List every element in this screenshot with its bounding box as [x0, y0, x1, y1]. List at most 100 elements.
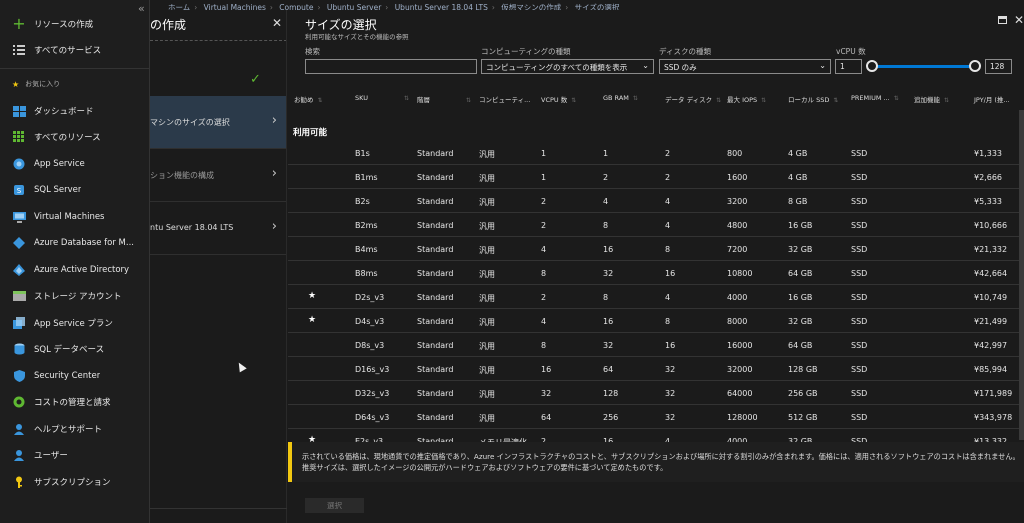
sidebar-item-app-service-plan[interactable]: App Service プラン	[0, 310, 150, 336]
cell-price: ¥42,664	[974, 269, 1008, 278]
cell-disks: 4	[665, 221, 671, 230]
disk-type-value: SSD のみ	[664, 63, 697, 72]
cell-disks: 32	[665, 389, 676, 398]
cell-premium: SSD	[851, 293, 868, 302]
column-header-price[interactable]: JPY/月 (推...	[974, 94, 1010, 104]
table-row[interactable]: D8s_v3 Standard 汎用 8 32 16 16000 64 GB SSD ¥42,99…	[288, 333, 1021, 357]
column-header-tier[interactable]: 階層 ⇅	[417, 94, 471, 104]
recommended-star-icon: ★	[308, 315, 317, 325]
cell-ssd: 8 GB	[788, 197, 808, 206]
column-header-features[interactable]: 追加機能 ⇅	[914, 94, 949, 104]
column-header-ram[interactable]: GB RAM ⇅	[603, 94, 638, 102]
cell-price: ¥10,749	[974, 293, 1008, 302]
vcpu-slider-max-handle[interactable]	[969, 60, 981, 72]
active-directory-icon	[12, 263, 26, 277]
checkmark-icon: ✓	[250, 72, 261, 87]
column-header-sku[interactable]: SKU ⇅	[355, 94, 409, 102]
chevron-right-icon: ›	[271, 166, 277, 181]
create-resource-label: リソースの作成	[34, 20, 94, 30]
vcpu-slider-min-handle[interactable]	[866, 60, 878, 72]
maximize-icon[interactable]	[998, 16, 1007, 24]
compute-type-value: コンピューティングのすべての種類を表示	[486, 63, 628, 72]
column-header-premium[interactable]: PREMIUM ... ⇅	[851, 94, 899, 102]
table-row[interactable]: D64s_v3 Standard 汎用 64 256 32 128000 512 GB SSD ¥…	[288, 405, 1021, 429]
vcpu-max-input[interactable]: 128	[985, 59, 1012, 74]
create-resource-button[interactable]: + リソースの作成	[0, 11, 150, 37]
cell-ram: 32	[603, 269, 614, 278]
column-header-max-iops[interactable]: 最大 IOPS ⇅	[727, 94, 766, 104]
table-row[interactable]: ★ D4s_v3 Standard 汎用 4 16 8 8000 32 GB SSD ¥21,499	[288, 309, 1021, 333]
sidebar-item-users[interactable]: ユーザー	[0, 442, 150, 468]
disk-type-label: ディスクの種類	[659, 47, 711, 56]
select-button[interactable]: 選択	[305, 498, 364, 513]
close-icon[interactable]: ✕	[1014, 13, 1024, 27]
sidebar-item-label: ヘルプとサポート	[34, 425, 103, 435]
sidebar-item-azure-database[interactable]: Azure Database for M...	[0, 230, 150, 256]
column-header-recommended[interactable]: お勧め ⇅	[294, 94, 323, 104]
table-row[interactable]: B8ms Standard 汎用 8 32 16 10800 64 GB SSD ¥42,664	[288, 261, 1021, 285]
cell-vcpu: 2	[541, 293, 547, 302]
storage-account-icon	[12, 289, 26, 303]
sidebar-item-security-center[interactable]: Security Center	[0, 363, 150, 389]
step-select-size[interactable]: マシンのサイズの選択 ›	[150, 96, 286, 149]
table-row[interactable]: B2s Standard 汎用 2 4 4 3200 8 GB SSD ¥5,333	[288, 189, 1021, 213]
cell-sku: B4ms	[355, 245, 378, 254]
all-services-button[interactable]: すべてのサービス	[0, 37, 150, 63]
help-support-icon	[12, 422, 26, 436]
sidebar-item-all-resources[interactable]: すべてのリソース	[0, 124, 150, 150]
favorites-label: お気に入り	[25, 80, 61, 88]
column-header-vcpu[interactable]: VCPU 数 ⇅	[541, 94, 576, 104]
star-icon: ★	[12, 79, 20, 89]
cell-ram: 16	[603, 245, 614, 254]
app-service-icon	[12, 157, 26, 171]
column-header-data-disks[interactable]: データ ディスク ⇅	[665, 94, 721, 104]
sidebar-item-help-support[interactable]: ヘルプとサポート	[0, 416, 150, 442]
close-icon[interactable]: ✕	[272, 16, 282, 30]
cell-tier: Standard	[417, 365, 454, 374]
vcpu-slider-track[interactable]	[872, 65, 976, 68]
table-row[interactable]: B2ms Standard 汎用 2 8 4 4800 16 GB SSD ¥10,666	[288, 213, 1021, 237]
table-row[interactable]: B1s Standard 汎用 1 1 2 800 4 GB SSD ¥1,333	[288, 141, 1021, 165]
cell-type: 汎用	[479, 270, 495, 279]
cell-premium: SSD	[851, 317, 868, 326]
sidebar-item-app-service[interactable]: App Service	[0, 151, 150, 177]
sidebar-item-sql-database[interactable]: SQL データベース	[0, 336, 150, 362]
cell-ssd: 32 GB	[788, 245, 813, 254]
table-row[interactable]: B4ms Standard 汎用 4 16 8 7200 32 GB SSD ¥21,332	[288, 237, 1021, 261]
table-row[interactable]: D32s_v3 Standard 汎用 32 128 32 64000 256 GB SSD ¥1…	[288, 381, 1021, 405]
sidebar-item-subscription[interactable]: サブスクリプション	[0, 469, 150, 495]
sidebar-item-active-directory[interactable]: Azure Active Directory	[0, 257, 150, 283]
cell-ram: 128	[603, 389, 619, 398]
cell-ssd: 512 GB	[788, 413, 818, 422]
compute-type-select[interactable]: コンピューティングのすべての種類を表示 ⌄	[481, 59, 654, 74]
cell-vcpu: 1	[541, 149, 547, 158]
sidebar-item-sql-server[interactable]: S SQL Server	[0, 177, 150, 203]
sidebar-item-storage-account[interactable]: ストレージ アカウント	[0, 283, 150, 309]
sidebar-item-virtual-machines[interactable]: Virtual Machines	[0, 204, 150, 230]
cell-disks: 2	[665, 149, 671, 158]
column-header-compute-type[interactable]: コンピューティ...	[479, 94, 530, 104]
table-row[interactable]: ★ D2s_v3 Standard 汎用 2 8 4 4000 16 GB SSD ¥10,749	[288, 285, 1021, 309]
cell-ssd: 64 GB	[788, 269, 813, 278]
blade-subtitle: 利用可能なサイズとその機能の参照	[305, 33, 409, 41]
table-row[interactable]: D16s_v3 Standard 汎用 16 64 32 32000 128 GB SSD ¥85…	[288, 357, 1021, 381]
sidebar-item-cost-management[interactable]: コストの管理と請求	[0, 389, 150, 415]
virtual-machines-icon	[12, 210, 26, 224]
step-configure-features[interactable]: ション機能の構成 ›	[150, 149, 286, 202]
vcpu-min-input[interactable]: 1	[835, 59, 862, 74]
cell-iops: 4800	[727, 221, 748, 230]
column-header-local-ssd[interactable]: ローカル SSD ⇅	[788, 94, 838, 104]
table-scrollbar[interactable]	[1019, 110, 1024, 440]
app-service-plan-icon	[12, 316, 26, 330]
create-vm-panel: の作成 ✕ ✓ マシンのサイズの選択 › ション機能の構成 › ntu Serv…	[150, 10, 287, 523]
group-available-label: 利用可能	[293, 128, 328, 138]
cell-price: ¥21,499	[974, 317, 1008, 326]
cell-iops: 10800	[727, 269, 753, 278]
sidebar-item-dashboard[interactable]: ダッシュボード	[0, 98, 150, 124]
cell-disks: 16	[665, 341, 676, 350]
step-summary[interactable]: ntu Server 18.04 LTS ›	[150, 202, 286, 255]
disk-type-select[interactable]: SSD のみ ⌄	[659, 59, 831, 74]
cell-ram: 1	[603, 149, 609, 158]
search-input[interactable]	[305, 59, 477, 74]
table-row[interactable]: B1ms Standard 汎用 1 2 2 1600 4 GB SSD ¥2,666	[288, 165, 1021, 189]
